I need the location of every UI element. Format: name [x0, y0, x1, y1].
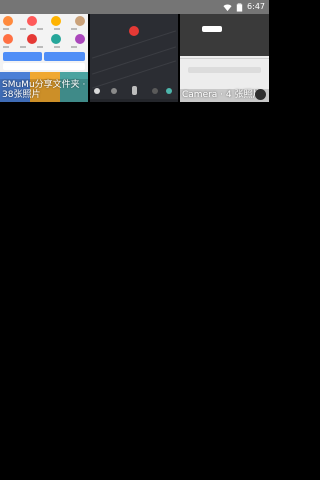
album-tile[interactable]: SMuMu分享文件夹 · 38张照片: [0, 14, 88, 102]
thumbnail-button: [202, 26, 222, 32]
status-bar: 6:47: [0, 0, 269, 14]
battery-icon: [236, 2, 243, 12]
dock-icon: [111, 88, 117, 94]
dock-icon: [166, 88, 172, 94]
album-caption: [90, 99, 178, 102]
app-logo-icon: [129, 26, 139, 36]
dock-icon: [152, 88, 158, 94]
mic-icon: [132, 86, 137, 95]
status-right: 6:47: [223, 1, 265, 13]
select-badge-icon: [255, 89, 266, 100]
album-tile[interactable]: Camera · 4 张照片: [180, 14, 269, 102]
thumbnail-bar: [44, 52, 85, 61]
thumbnail-row: [3, 34, 85, 44]
wifi-icon: [223, 4, 232, 11]
album-grid: SMuMu分享文件夹 · 38张照片 Camera · 4 张照片: [0, 14, 269, 102]
thumbnail-bar: [3, 52, 42, 61]
dock-icon: [94, 88, 100, 94]
clock: 6:47: [247, 2, 265, 11]
thumbnail-bar: [3, 63, 85, 70]
thumbnail-row: [3, 16, 85, 26]
album-caption: SMuMu分享文件夹 · 38张照片: [0, 79, 88, 102]
album-tile[interactable]: [90, 14, 178, 102]
